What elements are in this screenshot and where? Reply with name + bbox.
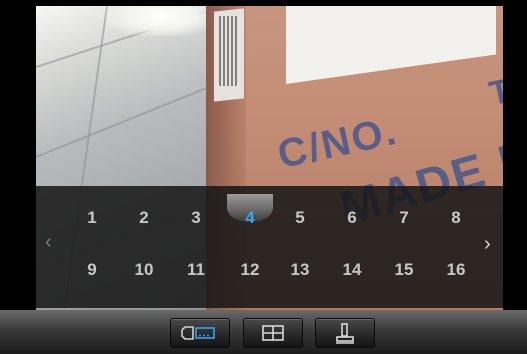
- channel-button-12[interactable]: 12: [232, 258, 268, 282]
- channel-button-16[interactable]: 16: [438, 258, 474, 282]
- camera-viewer-screen: C/NO. MADE IN T ‹ › 1 2 3 4 5 6 7 8 9 10…: [0, 0, 527, 354]
- feed-ceiling-light: [106, 6, 216, 36]
- layout-grid-button[interactable]: [243, 318, 303, 348]
- channel-button-6[interactable]: 6: [334, 206, 370, 230]
- channel-button-10[interactable]: 10: [126, 258, 162, 282]
- grid-layout-icon: [262, 325, 284, 341]
- channel-button-9[interactable]: 9: [74, 258, 110, 282]
- ptz-control-button[interactable]: [315, 318, 375, 348]
- joystick-icon: [336, 323, 354, 344]
- channel-button-8[interactable]: 8: [438, 206, 474, 230]
- chevron-right-icon[interactable]: ›: [484, 234, 491, 254]
- channel-button-7[interactable]: 7: [386, 206, 422, 230]
- channel-button-1[interactable]: 1: [74, 206, 110, 230]
- chevron-left-icon[interactable]: ‹: [45, 232, 52, 252]
- channel-button-14[interactable]: 14: [334, 258, 370, 282]
- channel-button-13[interactable]: 13: [282, 258, 318, 282]
- camera-channel-icon: [181, 326, 215, 340]
- channel-select-button[interactable]: [170, 318, 230, 348]
- channel-button-15[interactable]: 15: [386, 258, 422, 282]
- channel-button-2[interactable]: 2: [126, 206, 162, 230]
- channel-button-11[interactable]: 11: [178, 258, 214, 282]
- channel-button-4[interactable]: 4: [232, 206, 268, 230]
- channel-button-3[interactable]: 3: [178, 206, 214, 230]
- channel-button-5[interactable]: 5: [282, 206, 318, 230]
- feed-barcode: [219, 16, 239, 86]
